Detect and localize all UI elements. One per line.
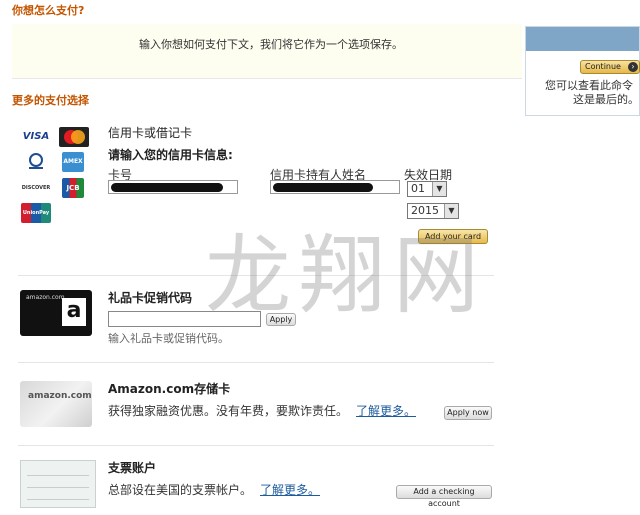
amazon-a-icon: a	[62, 298, 86, 326]
more-payment-title: 更多的支付选择	[12, 94, 89, 107]
store-card-image: amazon.com	[20, 381, 92, 427]
diners-circle-icon	[29, 153, 43, 169]
check-line	[27, 475, 89, 476]
discover-logo: DISCOVER	[21, 185, 51, 191]
credit-card-title: 信用卡或借记卡	[108, 126, 193, 140]
gift-code-hint: 输入礼品卡或促销代码。	[108, 332, 229, 345]
unionpay-logo: UnionPay	[21, 203, 51, 223]
checking-description: 总部设在美国的支票帐户。	[108, 483, 253, 497]
mastercard-logo	[59, 127, 89, 147]
credit-card-prompt: 请输入您的信用卡信息:	[108, 148, 233, 162]
gift-card-title: 礼品卡促销代码	[108, 291, 193, 305]
add-checking-account-button[interactable]: Add a checking account	[396, 485, 492, 508]
redaction-mark	[111, 183, 223, 192]
diners-logo	[21, 152, 51, 172]
panel-header-bar	[526, 27, 639, 51]
checking-learn-more-link[interactable]: 了解更多。	[260, 481, 320, 498]
page-section-title: 你想怎么支付?	[12, 4, 85, 17]
redaction-mark	[273, 183, 373, 192]
continue-button[interactable]: Continue ›	[580, 60, 640, 74]
checking-account-image	[20, 460, 96, 508]
check-line	[27, 487, 89, 488]
cardholder-name-input[interactable]	[270, 180, 400, 194]
store-card-title: Amazon.com存储卡	[108, 382, 231, 396]
gift-card-image: amazon.com a	[20, 290, 92, 336]
card-number-input[interactable]	[108, 180, 238, 194]
arrow-right-icon: ›	[628, 62, 638, 72]
intro-text: 输入你想如何支付下文，我们将它作为一个选项保存。	[139, 38, 403, 51]
apply-now-button[interactable]: Apply now	[444, 406, 492, 420]
store-card-description: 获得独家融资优惠。没有年费，要欺诈责任。	[108, 404, 349, 418]
jcb-logo: JCB	[62, 178, 84, 198]
expiry-month-value: 01	[411, 182, 425, 195]
gift-card-brand: amazon.com	[26, 294, 65, 301]
chevron-down-icon: ▼	[432, 182, 446, 196]
mastercard-circles-icon	[64, 130, 85, 144]
amex-logo: AMEX	[62, 152, 84, 172]
checking-title: 支票账户	[108, 461, 157, 475]
expiry-month-select[interactable]: 01 ▼	[407, 181, 447, 197]
divider	[18, 362, 494, 363]
divider	[18, 445, 494, 446]
order-summary-panel: Continue › 您可以查看此命令 这是最后的。	[525, 26, 640, 116]
visa-logo: VISA	[22, 131, 50, 142]
intro-box: 输入你想如何支付下文，我们将它作为一个选项保存。	[12, 24, 522, 79]
watermark: 龙翔网	[205, 226, 487, 326]
continue-button-label: Continue	[585, 62, 621, 71]
store-card-learn-more-link[interactable]: 了解更多。	[356, 402, 416, 419]
store-card-brand: amazon.com	[28, 391, 92, 401]
check-line	[27, 499, 89, 500]
panel-text-line2: 这是最后的。	[573, 93, 639, 106]
